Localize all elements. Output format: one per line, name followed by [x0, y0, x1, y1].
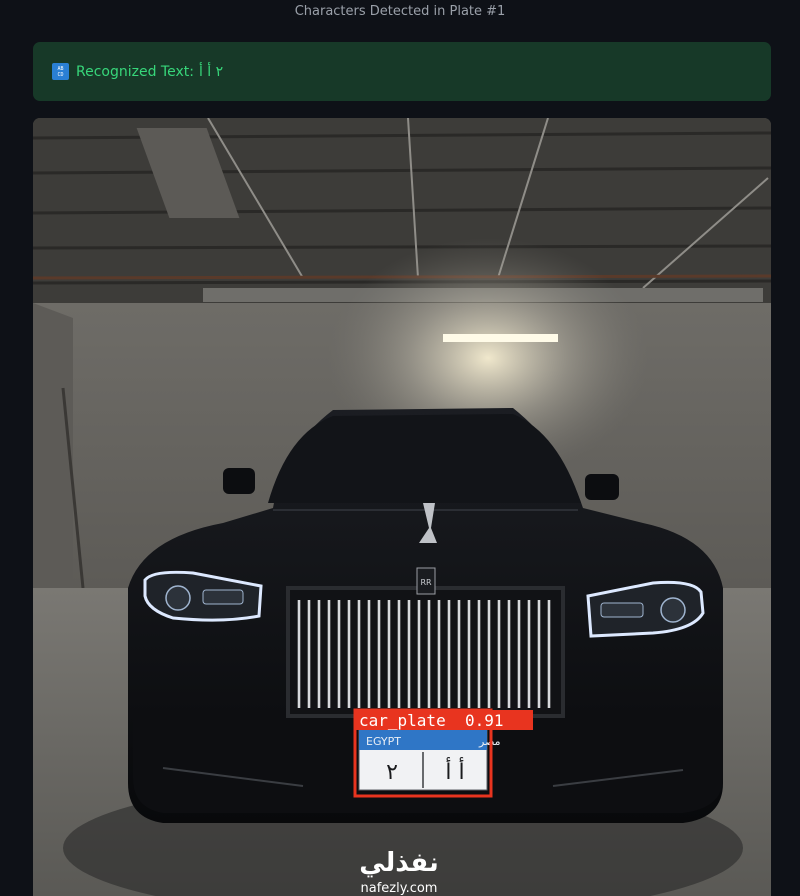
watermark-url: nafezly.com — [361, 881, 438, 896]
image-caption: Characters Detected in Plate #1 — [294, 4, 506, 19]
recognized-value: ٢ أ أ — [198, 63, 224, 80]
alert-message: Recognized Text: ٢ أ أ — [76, 64, 223, 80]
license-plate: EGYPT مصر ٢ أ أ — [358, 729, 501, 791]
watermark: نفذلي nafezly.com — [359, 848, 439, 896]
icon-line-2: CD — [57, 71, 64, 78]
plate-number: ٢ — [386, 760, 398, 785]
right-mirror — [585, 474, 619, 500]
windshield — [268, 414, 581, 503]
plate-country-arabic: مصر — [478, 735, 501, 748]
grille-emblem: RR — [420, 578, 432, 587]
recognized-text-alert: AB CD Recognized Text: ٢ أ أ — [33, 42, 771, 101]
plate-country-latin: EGYPT — [366, 735, 401, 748]
watermark-arabic: نفذلي — [359, 848, 439, 878]
abc-text-icon: AB CD — [52, 63, 69, 80]
wall-lamp — [443, 334, 558, 342]
detection-result-image: RR EGYPT مصر ٢ أ أ car_plate 0.91 نفذلي … — [33, 118, 771, 896]
left-wall — [33, 303, 73, 618]
alert-label: Recognized Text: — [76, 63, 194, 80]
page: Characters Detected in Plate #1 AB CD Re… — [0, 0, 800, 896]
plate-letters: أ أ — [445, 757, 464, 785]
detection-label: car_plate 0.91 — [359, 711, 504, 730]
left-mirror — [223, 468, 255, 494]
